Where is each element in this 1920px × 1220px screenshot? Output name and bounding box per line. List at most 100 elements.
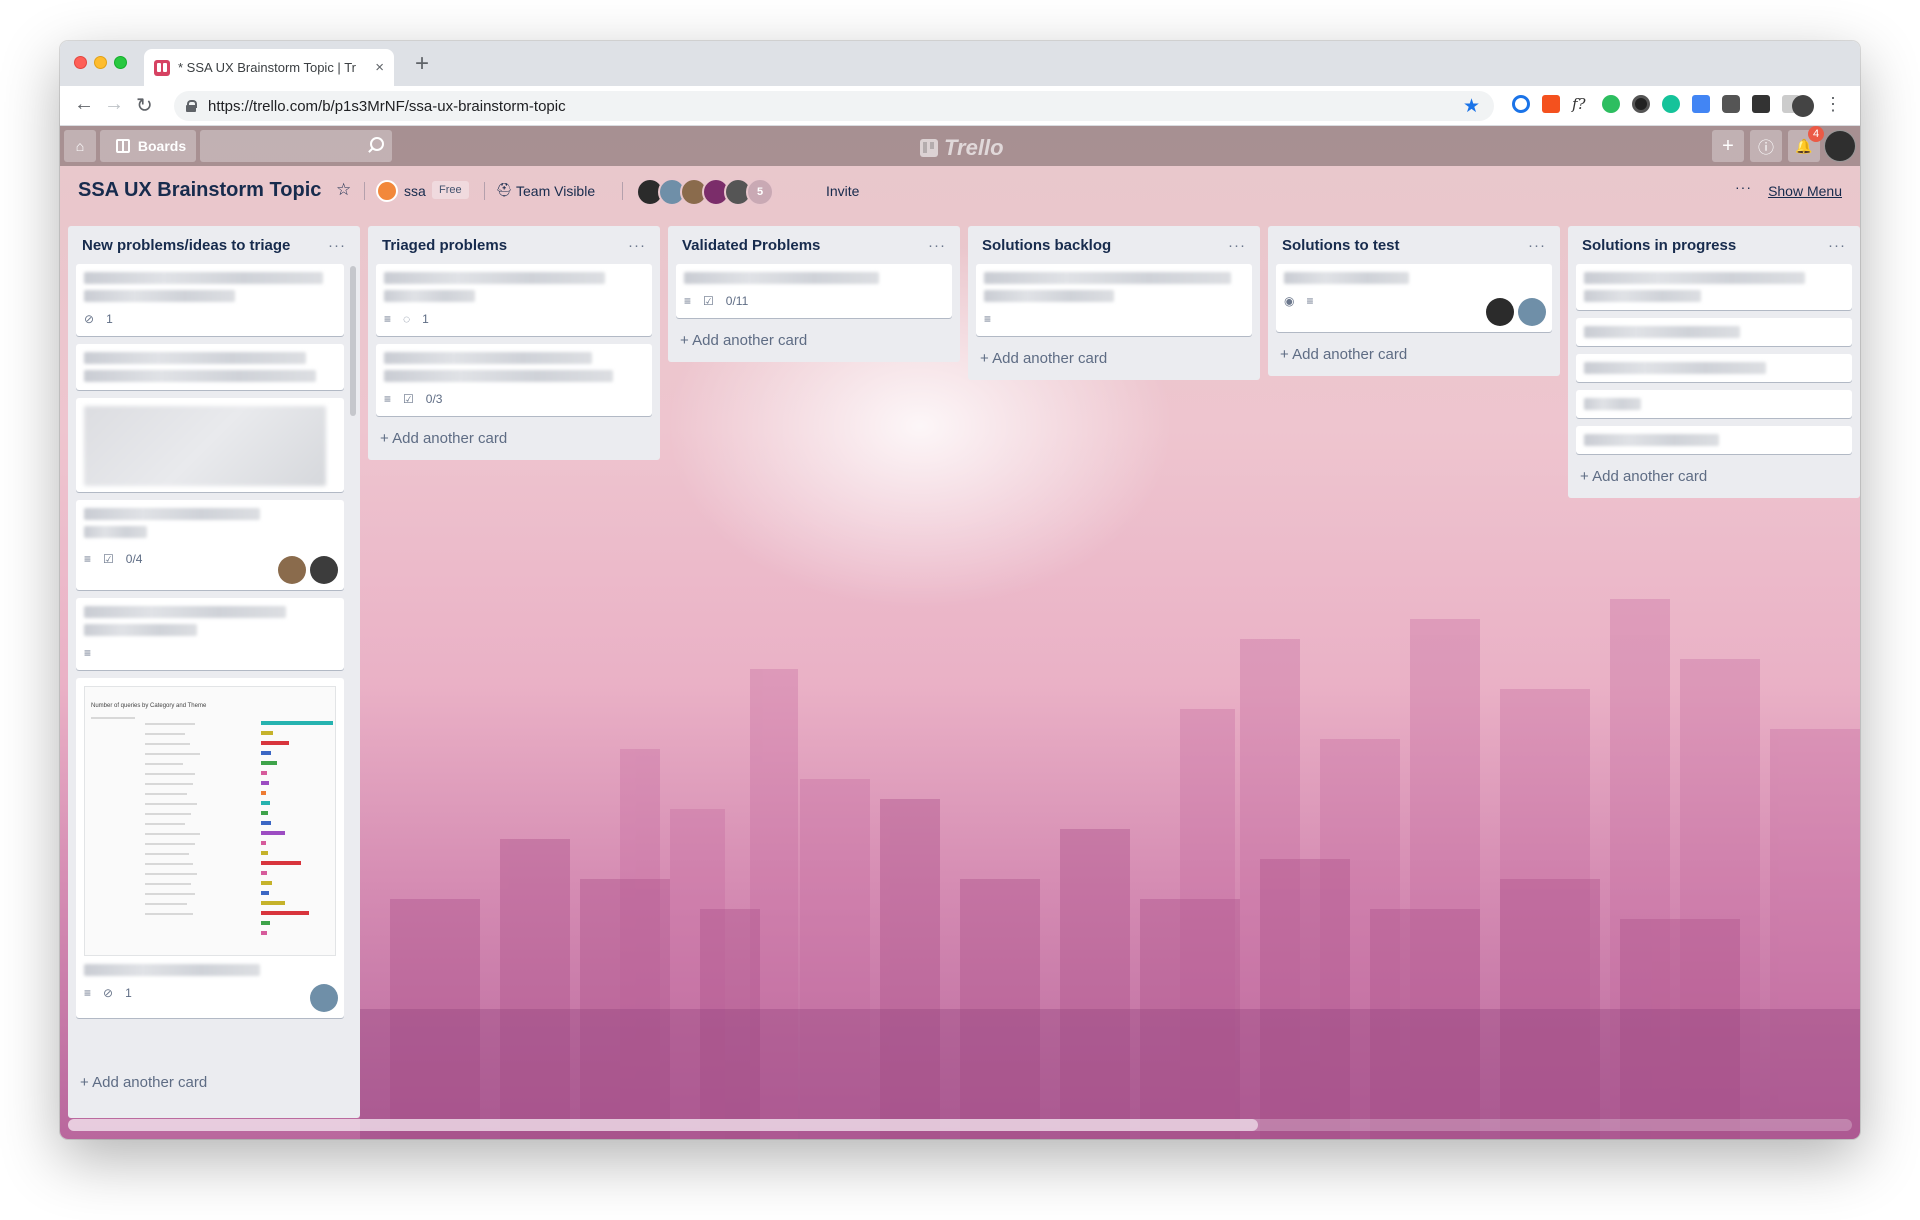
tab-title: * SSA UX Brainstorm Topic | Tr	[178, 60, 356, 75]
list-item[interactable]: ≡ ☑ 0/11	[676, 264, 952, 318]
more-icon[interactable]: ···	[1735, 179, 1752, 195]
list-item[interactable]: ≡ ☑ 0/4	[76, 500, 344, 590]
checklist-icon: ☑	[103, 552, 114, 566]
create-button[interactable]: +	[1712, 130, 1744, 162]
list-item[interactable]: ≡ ◌ 1	[376, 264, 652, 336]
evernote-icon[interactable]	[1602, 95, 1620, 113]
add-card-button[interactable]: + Add another card	[976, 344, 1252, 372]
record-icon[interactable]	[1632, 95, 1650, 113]
star-board-icon[interactable]: ☆	[336, 180, 351, 200]
list-title[interactable]: Solutions to test	[1282, 237, 1400, 254]
list-item[interactable]	[76, 398, 344, 492]
list-title[interactable]: New problems/ideas to triage	[82, 237, 290, 254]
list-scrollbar[interactable]	[350, 266, 356, 416]
list-title[interactable]: Validated Problems	[682, 237, 820, 254]
list-menu-icon[interactable]: ···	[928, 237, 946, 254]
add-card-button[interactable]: + Add another card	[1276, 340, 1552, 368]
description-icon: ≡	[384, 392, 392, 406]
list-item[interactable]: ⊘ 1	[76, 264, 344, 336]
info-button[interactable]: ⓘ	[1750, 130, 1782, 162]
list-title[interactable]: Solutions backlog	[982, 237, 1111, 254]
add-card-button[interactable]: + Add another card	[1576, 462, 1852, 490]
browser-tab[interactable]: * SSA UX Brainstorm Topic | Tr ×	[144, 49, 394, 86]
list-item[interactable]: ◉ ≡	[1276, 264, 1552, 332]
chrome-menu-icon[interactable]: ⋮	[1824, 94, 1842, 115]
list-item[interactable]	[1576, 426, 1852, 454]
list-header[interactable]: New problems/ideas to triage ···	[76, 226, 352, 264]
trello-logo[interactable]: Trello	[920, 135, 1004, 161]
list-item[interactable]	[1576, 318, 1852, 346]
close-window-icon[interactable]	[74, 56, 87, 69]
description-icon: ≡	[1306, 294, 1314, 308]
avatar[interactable]	[278, 556, 306, 584]
extension-icon[interactable]	[1752, 95, 1770, 113]
list-title[interactable]: Solutions in progress	[1582, 237, 1736, 254]
list-item[interactable]: ≡ ☑ 0/3	[376, 344, 652, 416]
list-validated-problems: Validated Problems ··· ≡ ☑ 0/11 + Add an…	[668, 226, 960, 362]
notifications-button[interactable]: 🔔 4	[1788, 126, 1824, 162]
avatar[interactable]	[310, 556, 338, 584]
profile-avatar[interactable]	[1792, 95, 1814, 117]
list-menu-icon[interactable]: ···	[1228, 237, 1246, 254]
list-item[interactable]	[76, 344, 344, 390]
search-icon[interactable]	[370, 137, 384, 151]
member-avatar[interactable]	[1824, 130, 1856, 162]
tab-close-icon[interactable]: ×	[375, 59, 384, 76]
list-menu-icon[interactable]: ···	[628, 237, 646, 254]
list-item[interactable]	[1576, 264, 1852, 310]
board-horizontal-scrollbar[interactable]	[68, 1119, 1852, 1131]
list-header[interactable]: Solutions backlog ···	[976, 226, 1252, 264]
list-title[interactable]: Triaged problems	[382, 237, 507, 254]
maximize-window-icon[interactable]	[114, 56, 127, 69]
address-bar[interactable]: https://trello.com/b/p1s3MrNF/ssa-ux-bra…	[174, 91, 1494, 121]
more-members-count[interactable]: 5	[746, 178, 774, 206]
list-header[interactable]: Triaged problems ···	[376, 226, 652, 264]
pocket-icon[interactable]	[1722, 95, 1740, 113]
circle-icon[interactable]	[1512, 95, 1530, 113]
list-item[interactable]	[1576, 354, 1852, 382]
avatar[interactable]	[310, 984, 338, 1012]
add-card-button[interactable]: + Add another card	[376, 424, 652, 452]
board-title[interactable]: SSA UX Brainstorm Topic	[78, 179, 321, 202]
description-icon: ≡	[84, 552, 92, 566]
list-menu-icon[interactable]: ···	[328, 237, 346, 254]
list-header[interactable]: Solutions to test ···	[1276, 226, 1552, 264]
new-tab-button[interactable]: +	[415, 50, 429, 78]
list-item[interactable]: Number of queries by Category and Theme	[76, 678, 344, 1018]
team-icon[interactable]	[376, 180, 398, 202]
bookmark-star-icon[interactable]: ★	[1463, 95, 1480, 118]
boards-button[interactable]: Boards	[100, 130, 196, 162]
home-button[interactable]: ⌂	[64, 130, 96, 162]
reload-icon[interactable]: ↻	[136, 93, 153, 118]
checklist-count: 0/4	[125, 552, 143, 566]
show-menu-button[interactable]: Show Menu	[1768, 183, 1842, 199]
add-card-button[interactable]: + Add another card	[76, 1068, 352, 1096]
comment-icon: ◌	[403, 312, 411, 326]
avatar[interactable]	[1518, 298, 1546, 326]
list-header[interactable]: Validated Problems ···	[676, 226, 952, 264]
search-input[interactable]	[200, 130, 392, 162]
list-item[interactable]	[1576, 390, 1852, 418]
add-card-button[interactable]: + Add another card	[676, 326, 952, 354]
attachment-count: 1	[106, 312, 113, 326]
visibility-button[interactable]: Team Visible	[516, 183, 595, 199]
list-menu-icon[interactable]: ···	[1828, 237, 1846, 254]
grammarly-icon[interactable]	[1662, 95, 1680, 113]
list-item[interactable]: ≡	[76, 598, 344, 670]
function-icon[interactable]: f?	[1572, 95, 1590, 113]
team-name[interactable]: ssa	[404, 183, 426, 199]
chart-icon[interactable]	[1542, 95, 1560, 113]
avatar[interactable]	[1486, 298, 1514, 326]
minimize-window-icon[interactable]	[94, 56, 107, 69]
forward-icon[interactable]: →	[104, 93, 124, 116]
list-header[interactable]: Solutions in progress ···	[1576, 226, 1852, 264]
translate-icon[interactable]	[1692, 95, 1710, 113]
list-menu-icon[interactable]: ···	[1528, 237, 1546, 254]
boards-icon	[115, 139, 130, 153]
description-icon: ≡	[384, 312, 392, 326]
back-icon[interactable]: ←	[74, 93, 94, 116]
scrollbar-thumb[interactable]	[68, 1119, 1258, 1131]
invite-button[interactable]: Invite	[826, 183, 859, 199]
url-text[interactable]: https://trello.com/b/p1s3MrNF/ssa-ux-bra…	[208, 98, 566, 115]
list-item[interactable]: ≡	[976, 264, 1252, 336]
